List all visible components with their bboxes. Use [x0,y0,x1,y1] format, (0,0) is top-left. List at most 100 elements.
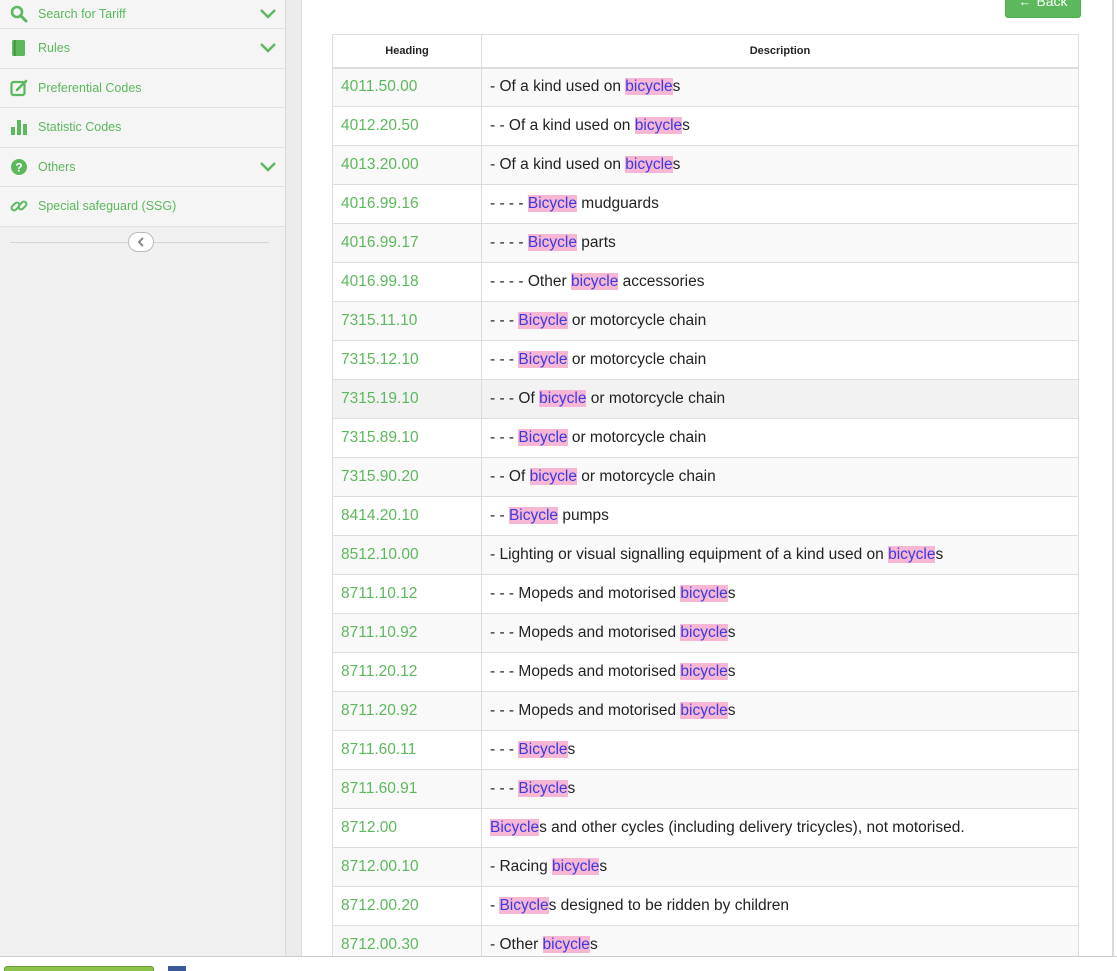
description-text: s [672,156,681,173]
heading-code-link[interactable]: 7315.11.10 [332,301,482,341]
search-highlight: bicycle [625,156,673,173]
table-row[interactable]: 8512.10.00 - Lighting or visual signallin… [332,535,1079,575]
heading-code-link[interactable]: 8711.60.11 [332,730,482,770]
sidebar: Search for Tariff Rules Preferential Cod… [0,0,286,956]
heading-code-link[interactable]: 4012.20.50 [332,106,482,146]
description-text: s [682,117,690,134]
search-icon [10,5,28,23]
heading-code-link[interactable]: 4016.99.16 [332,184,482,224]
search-highlight: Bicycle [527,195,577,212]
sidebar-splitter[interactable] [286,0,302,956]
table-row[interactable]: 7315.90.20- - Of bicycle or motorcycle c… [332,457,1079,497]
back-button-label: Back [1036,0,1068,9]
sidebar-item-label: Special safeguard (SSG) [38,199,177,214]
heading-column-header[interactable]: Heading [332,34,482,69]
facebook-icon[interactable] [168,966,186,971]
description-cell: - - - Bicycle or motorcycle chain [481,418,1079,458]
heading-code-link[interactable]: 8712.00.10 [332,847,482,887]
question-icon: ? [10,158,28,176]
heading-code-link[interactable]: 7315.90.20 [332,457,482,497]
description-text: - - - - [490,234,528,251]
description-text: s designed to be ridden by children [548,897,789,914]
description-text: accessories [618,273,705,290]
heading-code-link[interactable]: 8712.00 [332,808,482,848]
edit-icon [10,79,28,97]
heading-code-link[interactable]: 7315.19.10 [332,379,482,419]
description-cell: - - - Mopeds and motorised bicycles [481,652,1079,692]
sidebar-item-rules[interactable]: Rules [0,29,285,69]
description-cell: Bicycles and other cycles (including del… [481,808,1079,848]
description-text: or motorcycle chain [577,468,716,485]
table-row[interactable]: 8711.60.91- - - Bicycles [332,769,1079,809]
table-row[interactable]: 4011.50.00- Of a kind used on bicycles [332,67,1079,107]
description-text: - - Of [490,468,530,485]
heading-code-link[interactable]: 8711.60.91 [332,769,482,809]
search-highlight: Bicycle [508,507,559,524]
table-row[interactable]: 7315.89.10- - - Bicycle or motorcycle ch… [332,418,1079,458]
search-highlight: Bicycle [499,897,549,914]
description-text: s [727,624,736,641]
table-row[interactable]: 8711.10.92- - - Mopeds and motorised bic… [332,613,1079,653]
heading-code-link[interactable]: 8711.10.12 [332,574,482,614]
description-text: s [727,702,736,719]
heading-code-link[interactable]: 7315.89.10 [332,418,482,458]
description-cell: - - - Of bicycle or motorcycle chain [481,379,1079,419]
heading-code-link[interactable]: 7315.12.10 [332,340,482,380]
description-column-header[interactable]: Description [481,34,1079,69]
table-row[interactable]: 8711.60.11- - - Bicycles [332,730,1079,770]
sidebar-item-special-safeguard[interactable]: Special safeguard (SSG) [0,187,285,227]
heading-code-link[interactable]: 8711.20.92 [332,691,482,731]
heading-code-link[interactable]: 8414.20.10 [332,496,482,536]
heading-code-link[interactable]: 8712.00.20 [332,886,482,926]
table-row[interactable]: 8711.20.92- - - Mopeds and motorised bic… [332,691,1079,731]
sidebar-item-others[interactable]: ? Others [0,147,285,187]
table-row[interactable]: 7315.11.10- - - Bicycle or motorcycle ch… [332,301,1079,341]
description-cell: - Lighting or visual signalling equipmen… [481,535,1079,575]
table-row[interactable]: 8712.00.20- Bicycles designed to be ridd… [332,886,1079,926]
description-text: - - - [490,312,519,329]
search-highlight: bicycle [625,78,673,96]
table-row[interactable]: 7315.19.10- - - Of bicycle or motorcycle… [332,379,1079,419]
description-text: s [589,936,598,953]
scrollbar-track[interactable] [1112,0,1114,956]
description-cell: - - Of bicycle or motorcycle chain [481,457,1079,497]
table-row[interactable]: 8414.20.10- - Bicycle pumps [332,496,1079,536]
description-cell: - - - - Bicycle parts [481,223,1079,263]
back-button[interactable]: ← Back [1005,0,1081,18]
table-row[interactable]: 8711.10.12- - - Mopeds and motorised bic… [332,574,1079,614]
heading-code-link[interactable]: 8712.00.30 [332,925,482,956]
sidebar-item-search-for-tariff[interactable]: Search for Tariff [0,0,285,29]
description-text: s [599,858,608,875]
table-row[interactable]: 4016.99.16- - - - Bicycle mudguards [332,184,1079,224]
table-row[interactable]: 8712.00.30- Other bicycles [332,925,1079,956]
table-row[interactable]: 4012.20.50- - Of a kind used on bicycles [332,106,1079,146]
heading-code-link[interactable]: 8711.10.92 [332,613,482,653]
table-row[interactable]: 4016.99.18- - - - Other bicycle accessor… [332,262,1079,302]
footer-button[interactable] [4,966,154,971]
description-text: - Lighting or visual signalling equipmen… [490,546,889,563]
description-text: - Of a kind used on [490,78,626,96]
table-row[interactable]: 8712.00 Bicycles and other cycles (includ… [332,808,1079,848]
table-row[interactable]: 7315.12.10- - - Bicycle or motorcycle ch… [332,340,1079,380]
chevron-down-icon[interactable] [259,42,277,54]
search-highlight: bicycle [680,624,728,641]
heading-code-link[interactable]: 8512.10.00 [332,535,482,575]
heading-code-link[interactable]: 8711.20.12 [332,652,482,692]
table-row[interactable]: 4016.99.17- - - - Bicycle parts [332,223,1079,263]
heading-code-link[interactable]: 4016.99.17 [332,223,482,263]
sidebar-item-statistic-codes[interactable]: Statistic Codes [0,108,285,148]
chevron-down-icon[interactable] [259,8,277,20]
chevron-down-icon[interactable] [259,161,277,173]
sidebar-item-label: Statistic Codes [38,120,122,135]
heading-code-link[interactable]: 4011.50.00 [332,67,482,107]
sidebar-collapse-button[interactable] [128,231,154,252]
table-row[interactable]: 8712.00.10- Racing bicycles [332,847,1079,887]
heading-code-link[interactable]: 4013.20.00 [332,145,482,185]
sidebar-item-preferential-codes[interactable]: Preferential Codes [0,68,285,108]
search-highlight: bicycle [542,936,590,953]
link-icon [10,197,28,215]
table-row[interactable]: 4013.20.00- Of a kind used on bicycles [332,145,1079,185]
heading-code-link[interactable]: 4016.99.18 [332,262,482,302]
table-body: 4011.50.00- Of a kind used on bicycles 40… [332,67,1079,956]
table-row[interactable]: 8711.20.12- - - Mopeds and motorised bic… [332,652,1079,692]
